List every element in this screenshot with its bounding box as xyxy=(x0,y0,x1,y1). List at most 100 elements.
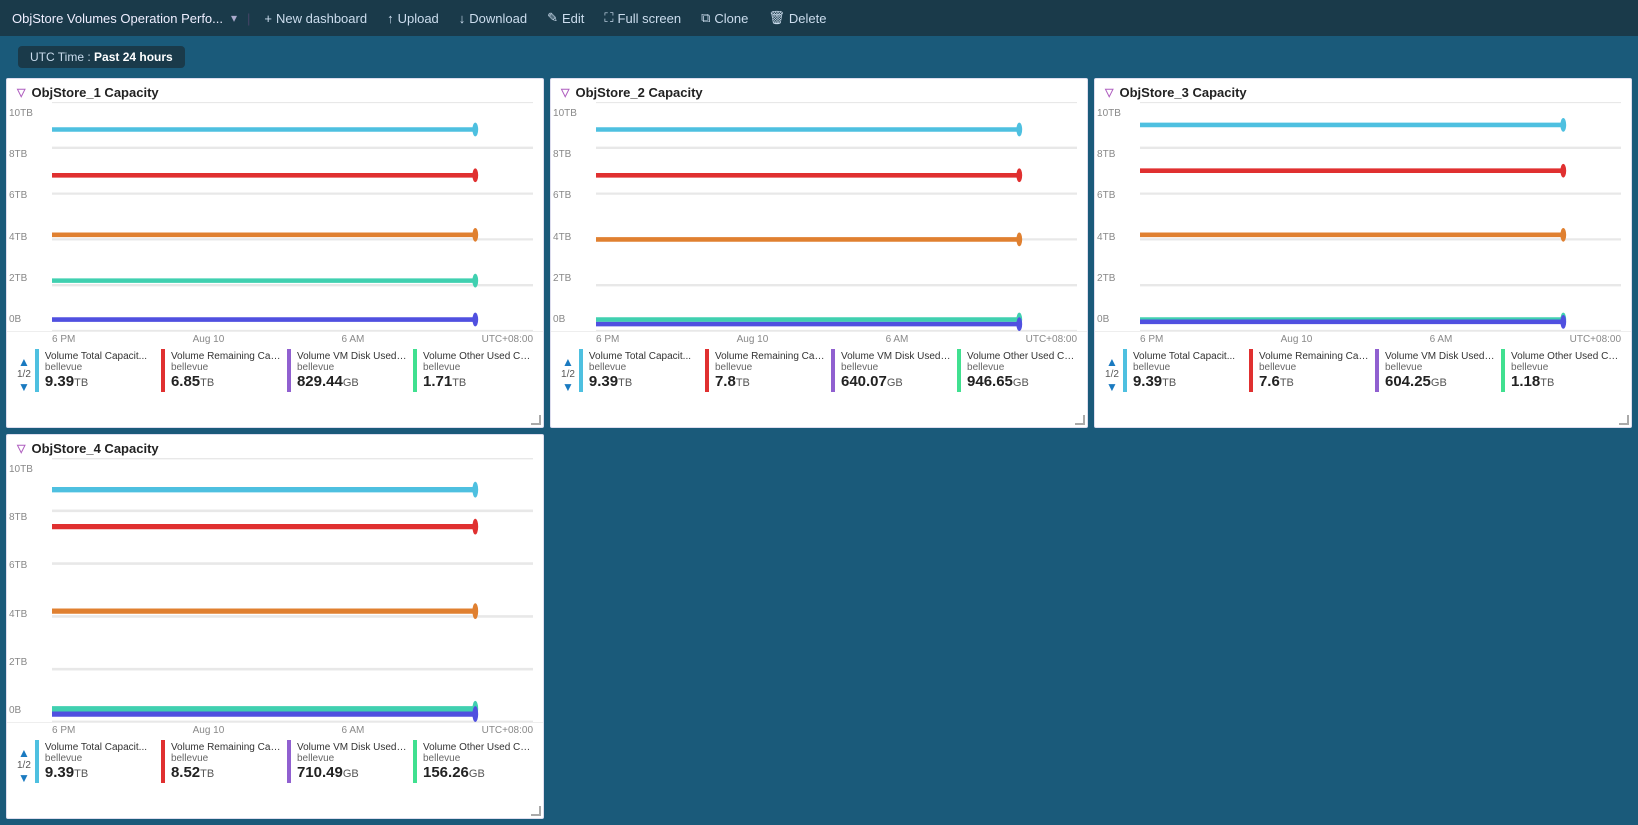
legend-item: Volume Total Capacit... bellevue 9.39TB xyxy=(1123,349,1247,392)
resize-handle[interactable] xyxy=(531,415,541,425)
legend-prev-arrow[interactable]: ▲ xyxy=(562,355,574,369)
legend-sub: bellevue xyxy=(1133,362,1170,373)
legend-value: 710.49GB xyxy=(297,764,359,781)
legend-label: Volume VM Disk Used ... xyxy=(1385,351,1495,362)
legend-sub: bellevue xyxy=(841,362,878,373)
legend-label: Volume VM Disk Used ... xyxy=(297,742,407,753)
chart-area: 10TB8TB6TB4TB2TB0B xyxy=(551,102,1087,332)
legend-sub: bellevue xyxy=(715,362,752,373)
legend-item: Volume Remaining Cap... bellevue 7.8TB xyxy=(705,349,829,392)
plus-icon: + xyxy=(264,11,272,26)
legend-next-arrow[interactable]: ▼ xyxy=(18,771,30,785)
legend-value: 1.71TB xyxy=(423,373,466,390)
new-dashboard-button[interactable]: + New dashboard xyxy=(256,9,375,28)
clone-button[interactable]: ⧉ Clone xyxy=(693,8,756,28)
legend-sub: bellevue xyxy=(171,362,208,373)
legend-area: ▲ 1/2 ▼ Volume Total Capacit... bellevue… xyxy=(7,736,543,791)
legend-label: Volume Remaining Cap... xyxy=(171,742,281,753)
legend-value: 9.39TB xyxy=(45,373,88,390)
legend-value: 6.85TB xyxy=(171,373,214,390)
legend-area: ▲ 1/2 ▼ Volume Total Capacit... bellevue… xyxy=(1095,345,1631,400)
legend-nav: ▲ 1/2 ▼ xyxy=(13,744,35,787)
legend-sub: bellevue xyxy=(297,753,334,764)
delete-button[interactable]: 🗑 Delete xyxy=(760,8,834,28)
legend-nav: ▲ 1/2 ▼ xyxy=(1101,353,1123,396)
legend-item: Volume Other Used Ca... bellevue 156.26G… xyxy=(413,740,537,783)
x-axis-labels: 6 PMAug 106 AMUTC+08:00 xyxy=(1095,332,1631,345)
dashboard-title: ObjStore Volumes Operation Perfo... xyxy=(12,11,223,26)
legend-sub: bellevue xyxy=(171,753,208,764)
x-axis-labels: 6 PMAug 106 AMUTC+08:00 xyxy=(7,332,543,345)
legend-item: Volume Other Used Ca... bellevue 1.71TB xyxy=(413,349,537,392)
dropdown-icon[interactable]: ▾ xyxy=(231,11,237,25)
legend-area: ▲ 1/2 ▼ Volume Total Capacit... bellevue… xyxy=(551,345,1087,400)
legend-item: Volume Total Capacit... bellevue 9.39TB xyxy=(35,349,159,392)
y-axis-labels: 10TB8TB6TB4TB2TB0B xyxy=(9,102,33,331)
legend-label: Volume VM Disk Used ... xyxy=(841,351,951,362)
legend-label: Volume Total Capacit... xyxy=(589,351,691,362)
legend-value: 604.25GB xyxy=(1385,373,1447,390)
legend-label: Volume Remaining Cap... xyxy=(171,351,281,362)
legend-label: Volume Other Used Ca... xyxy=(423,742,533,753)
legend-item: Volume Total Capacit... bellevue 9.39TB xyxy=(579,349,703,392)
y-axis-labels: 10TB8TB6TB4TB2TB0B xyxy=(553,102,577,331)
chart-area: 10TB8TB6TB4TB2TB0B xyxy=(1095,102,1631,332)
filter-icon[interactable]: ▽ xyxy=(1105,86,1113,99)
legend-next-arrow[interactable]: ▼ xyxy=(562,380,574,394)
legend-label: Volume Remaining Cap... xyxy=(715,351,825,362)
filter-icon[interactable]: ▽ xyxy=(17,442,25,455)
fullscreen-button[interactable]: ⛶ Full screen xyxy=(596,8,689,28)
filter-icon[interactable]: ▽ xyxy=(17,86,25,99)
capacity-panel: ▽ ObjStore_2 Capacity 10TB8TB6TB4TB2TB0B… xyxy=(550,78,1088,428)
legend-value: 946.65GB xyxy=(967,373,1029,390)
legend-item: Volume Remaining Cap... bellevue 7.6TB xyxy=(1249,349,1373,392)
resize-handle[interactable] xyxy=(1619,415,1629,425)
legend-items: Volume Total Capacit... bellevue 9.39TB … xyxy=(35,740,537,783)
legend-label: Volume Remaining Cap... xyxy=(1259,351,1369,362)
empty-cell xyxy=(550,434,1088,819)
resize-handle[interactable] xyxy=(1075,415,1085,425)
upload-button[interactable]: ↑ Upload xyxy=(379,9,447,28)
panel-header: ▽ ObjStore_1 Capacity xyxy=(7,79,543,102)
panel-title: ObjStore_2 Capacity xyxy=(575,85,702,100)
topbar: ObjStore Volumes Operation Perfo... ▾ | … xyxy=(0,0,1638,36)
legend-next-arrow[interactable]: ▼ xyxy=(1106,380,1118,394)
legend-label: Volume Other Used Ca... xyxy=(967,351,1077,362)
legend-item: Volume Other Used Ca... bellevue 1.18TB xyxy=(1501,349,1625,392)
legend-prev-arrow[interactable]: ▲ xyxy=(18,746,30,760)
legend-item: Volume VM Disk Used ... bellevue 829.44G… xyxy=(287,349,411,392)
capacity-panel: ▽ ObjStore_3 Capacity 10TB8TB6TB4TB2TB0B… xyxy=(1094,78,1632,428)
legend-prev-arrow[interactable]: ▲ xyxy=(18,355,30,369)
download-button[interactable]: ↓ Download xyxy=(451,9,535,28)
legend-prev-arrow[interactable]: ▲ xyxy=(1106,355,1118,369)
legend-page: 1/2 xyxy=(17,369,31,380)
legend-value: 640.07GB xyxy=(841,373,903,390)
legend-items: Volume Total Capacit... bellevue 9.39TB … xyxy=(579,349,1081,392)
legend-label: Volume Other Used Ca... xyxy=(423,351,533,362)
legend-sub: bellevue xyxy=(1259,362,1296,373)
time-badge[interactable]: UTC Time : Past 24 hours xyxy=(18,46,185,68)
legend-page: 1/2 xyxy=(561,369,575,380)
legend-label: Volume VM Disk Used ... xyxy=(297,351,407,362)
legend-value: 156.26GB xyxy=(423,764,485,781)
legend-next-arrow[interactable]: ▼ xyxy=(18,380,30,394)
legend-items: Volume Total Capacit... bellevue 9.39TB … xyxy=(1123,349,1625,392)
delete-icon: 🗑 xyxy=(768,10,785,26)
y-axis-labels: 10TB8TB6TB4TB2TB0B xyxy=(9,458,33,722)
resize-handle[interactable] xyxy=(531,806,541,816)
panel-title: ObjStore_1 Capacity xyxy=(31,85,158,100)
legend-value: 8.52TB xyxy=(171,764,214,781)
top-panel-row: ▽ ObjStore_1 Capacity 10TB8TB6TB4TB2TB0B… xyxy=(0,78,1638,434)
clone-icon: ⧉ xyxy=(701,10,710,26)
legend-page: 1/2 xyxy=(17,760,31,771)
legend-item: Volume VM Disk Used ... bellevue 710.49G… xyxy=(287,740,411,783)
legend-sub: bellevue xyxy=(45,753,82,764)
legend-sub: bellevue xyxy=(1385,362,1422,373)
legend-area: ▲ 1/2 ▼ Volume Total Capacit... bellevue… xyxy=(7,345,543,400)
legend-item: Volume VM Disk Used ... bellevue 604.25G… xyxy=(1375,349,1499,392)
filter-icon[interactable]: ▽ xyxy=(561,86,569,99)
edit-icon: ✎ xyxy=(547,10,558,26)
edit-button[interactable]: ✎ Edit xyxy=(539,8,592,28)
chart-area: 10TB8TB6TB4TB2TB0B xyxy=(7,102,543,332)
panel-header: ▽ ObjStore_2 Capacity xyxy=(551,79,1087,102)
